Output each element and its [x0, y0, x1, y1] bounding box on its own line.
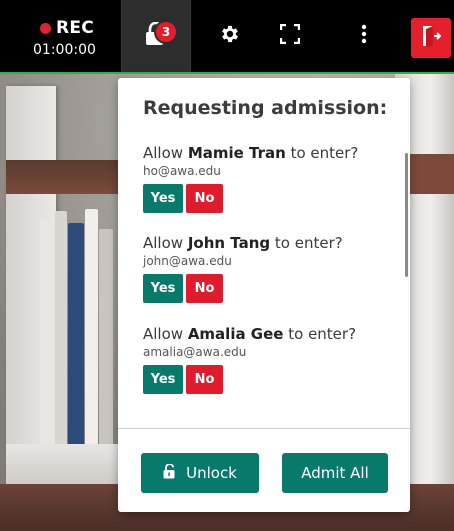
- panel-divider: [118, 428, 410, 429]
- panel-title: Requesting admission:: [143, 97, 388, 119]
- requester-email: amalia@awa.edu: [143, 345, 247, 359]
- toolbar-accent-line: [0, 72, 454, 74]
- admit-yes-button[interactable]: Yes: [143, 274, 183, 303]
- admission-panel: Requesting admission: Allow Mamie Tran t…: [118, 78, 410, 512]
- gear-icon: [219, 23, 241, 49]
- request-text: Allow Amalia Gee to enter?: [143, 325, 357, 343]
- rec-timer: 01:00:00: [33, 42, 96, 58]
- request-text: Allow John Tang to enter?: [143, 234, 343, 252]
- more-vertical-icon: [361, 24, 367, 48]
- requester-name: Mamie Tran: [187, 144, 286, 162]
- admission-request: Allow John Tang to enter? john@awa.edu Y…: [143, 234, 343, 303]
- settings-button[interactable]: [196, 0, 264, 72]
- admit-all-button[interactable]: Admit All: [282, 453, 388, 493]
- request-text: Allow Mamie Tran to enter?: [143, 144, 359, 162]
- admit-all-label: Admit All: [301, 464, 369, 482]
- leave-door-icon: [421, 25, 442, 51]
- requester-name: Amalia Gee: [187, 325, 284, 343]
- admit-no-button[interactable]: No: [186, 184, 223, 213]
- rec-label: REC: [56, 18, 95, 38]
- record-dot-icon: [40, 23, 51, 34]
- fullscreen-icon: [279, 23, 301, 48]
- bookshelf-top: [6, 160, 126, 194]
- more-options-button[interactable]: [330, 0, 398, 72]
- lock-button[interactable]: 3: [121, 0, 191, 72]
- admit-yes-button[interactable]: Yes: [143, 365, 183, 394]
- toolbar: REC 01:00:00 3: [0, 0, 454, 74]
- unlock-button[interactable]: Unlock: [141, 453, 259, 493]
- lock-open-icon: [163, 462, 176, 483]
- admission-request: Allow Amalia Gee to enter? amalia@awa.ed…: [143, 325, 356, 394]
- fullscreen-button[interactable]: [256, 0, 324, 72]
- admit-no-button[interactable]: No: [186, 274, 223, 303]
- admission-request: Allow Mamie Tran to enter? ho@awa.edu Ye…: [143, 144, 358, 213]
- requester-email: ho@awa.edu: [143, 164, 221, 178]
- lock-badge: 3: [156, 22, 176, 42]
- panel-scrollbar[interactable]: [405, 153, 408, 277]
- leave-button[interactable]: [411, 18, 451, 58]
- requester-email: john@awa.edu: [143, 254, 232, 268]
- requester-name: John Tang: [187, 234, 271, 252]
- admit-yes-button[interactable]: Yes: [143, 184, 183, 213]
- bookshelf-bottom: [6, 444, 131, 484]
- unlock-label: Unlock: [186, 464, 237, 482]
- admit-no-button[interactable]: No: [186, 365, 223, 394]
- books: [40, 194, 120, 449]
